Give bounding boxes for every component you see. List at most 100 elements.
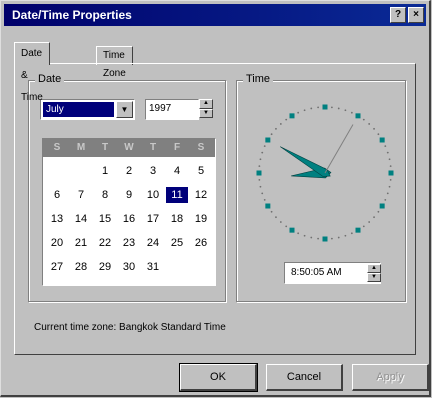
hour-marker [265, 137, 271, 143]
calendar-day[interactable]: 29 [94, 259, 116, 275]
calendar-day[interactable]: 22 [94, 235, 116, 251]
minute-marker [279, 123, 282, 125]
calendar-grid: SMTWTFS 1 2 3 4 5 6 7 8 9 10 11 12 13 14 15 16 17 18 19 20 2… [42, 138, 216, 286]
calendar-day[interactable]: 6 [46, 187, 68, 203]
calendar-day[interactable]: 14 [70, 211, 92, 227]
year-spinner[interactable]: ▲ ▼ [199, 99, 213, 118]
calendar-day[interactable]: 26 [190, 235, 212, 251]
calendar-day[interactable]: 23 [118, 235, 140, 251]
month-select[interactable]: July ▼ [40, 99, 135, 120]
minute-marker [270, 210, 273, 213]
help-button[interactable]: ? [390, 7, 406, 23]
tab-date-time[interactable]: Date & Time [14, 42, 50, 103]
minute-marker [303, 109, 306, 112]
calendar-day[interactable]: 30 [118, 259, 140, 275]
calendar-day[interactable]: 20 [46, 235, 68, 251]
calendar-day[interactable]: 5 [190, 163, 212, 179]
calendar-weekday-header: SMTWTFS [43, 139, 215, 157]
minute-marker [258, 178, 261, 181]
minute-marker [337, 236, 340, 239]
calendar-day[interactable]: 2 [118, 163, 140, 179]
spin-up-icon[interactable]: ▲ [199, 99, 213, 109]
hour-marker [388, 170, 394, 176]
close-button[interactable]: × [408, 7, 424, 23]
weekday-label: S [53, 142, 61, 153]
hour-marker [289, 113, 295, 119]
calendar-day[interactable]: 4 [166, 163, 188, 179]
calendar-day[interactable]: 27 [46, 259, 68, 275]
calendar-day[interactable]: 1 [94, 163, 116, 179]
weekday-label: W [124, 142, 134, 153]
minute-marker [362, 118, 365, 121]
minute-marker [259, 185, 262, 188]
apply-button[interactable]: Apply [352, 364, 429, 391]
window-title: Date/Time Properties [12, 8, 132, 22]
minute-marker [261, 151, 264, 154]
weekday-label: T [101, 142, 109, 153]
hour-marker [322, 236, 328, 242]
spin-down-icon[interactable]: ▼ [199, 108, 213, 118]
minute-marker [279, 221, 282, 223]
minute-marker [330, 237, 333, 240]
calendar-day[interactable]: 25 [166, 235, 188, 251]
minute-marker [386, 192, 389, 195]
minute-marker [389, 178, 392, 181]
minute-marker [310, 107, 313, 110]
minute-marker [263, 198, 266, 201]
minute-marker [344, 109, 347, 112]
minute-marker [384, 145, 387, 148]
minute-marker [275, 216, 277, 219]
analog-clock [256, 104, 394, 242]
minute-marker [337, 107, 340, 110]
minute-marker [263, 145, 266, 148]
calendar-day[interactable]: 17 [142, 211, 164, 227]
minute-marker [368, 123, 371, 125]
calendar-day[interactable]: 24 [142, 235, 164, 251]
time-spinner[interactable]: ▲ ▼ [367, 264, 381, 282]
calendar-day[interactable]: 9 [118, 187, 140, 203]
spin-down-icon[interactable]: ▼ [367, 273, 381, 282]
chevron-down-icon[interactable]: ▼ [116, 101, 133, 118]
minute-marker [368, 221, 371, 223]
year-field[interactable]: 1997 [145, 99, 199, 120]
time-field-value: 8:50:05 AM [291, 267, 342, 278]
calendar-day[interactable]: 10 [142, 187, 164, 203]
minute-marker [317, 237, 320, 240]
calendar-day[interactable]: 3 [142, 163, 164, 179]
calendar-day[interactable]: 21 [70, 235, 92, 251]
minute-marker [377, 133, 380, 136]
hour-marker [355, 227, 361, 233]
cancel-button[interactable]: Cancel [266, 364, 343, 391]
calendar-day[interactable]: 31 [142, 259, 164, 275]
minute-marker [373, 127, 375, 130]
minute-marker [259, 158, 262, 161]
minute-marker [373, 216, 375, 219]
second-hand [324, 124, 354, 174]
year-field-value: 1997 [149, 103, 172, 114]
minute-marker [330, 106, 333, 109]
calendar-day[interactable]: 12 [190, 187, 212, 203]
hour-marker [256, 170, 262, 176]
minute-marker [275, 127, 277, 130]
spin-up-icon[interactable]: ▲ [367, 264, 381, 273]
calendar-day[interactable]: 15 [94, 211, 116, 227]
calendar-day[interactable]: 11 [166, 187, 188, 203]
time-group-label: Time [243, 73, 274, 85]
minute-marker [388, 185, 391, 188]
hour-marker [322, 104, 328, 110]
ok-button[interactable]: OK [179, 363, 258, 392]
calendar-day[interactable]: 7 [70, 187, 92, 203]
minute-marker [344, 234, 347, 237]
minute-marker [258, 165, 261, 168]
minute-marker [310, 236, 313, 239]
weekday-label: T [149, 142, 157, 153]
minute-marker [350, 232, 353, 235]
calendar-day[interactable]: 28 [70, 259, 92, 275]
calendar-day[interactable]: 8 [94, 187, 116, 203]
calendar-day[interactable]: 18 [166, 211, 188, 227]
calendar-day[interactable]: 19 [190, 211, 212, 227]
calendar-day[interactable]: 16 [118, 211, 140, 227]
minute-marker [362, 225, 365, 228]
title-bar: Date/Time Properties ? × [4, 4, 426, 26]
calendar-day[interactable]: 13 [46, 211, 68, 227]
